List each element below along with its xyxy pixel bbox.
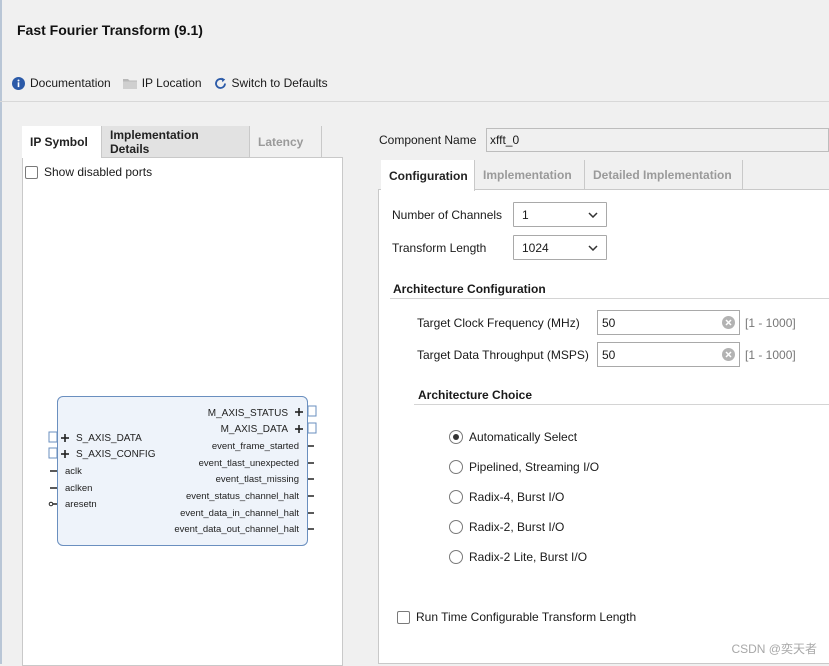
arch-config-separator	[390, 298, 829, 299]
tab-detailed-implementation-label: Detailed Implementation	[593, 168, 732, 182]
radio-button[interactable]	[449, 550, 463, 564]
documentation-label: Documentation	[30, 76, 111, 90]
throughput-range: [1 - 1000]	[745, 348, 796, 362]
tab-configuration[interactable]: Configuration	[381, 160, 475, 191]
watermark: CSDN @奕天者	[731, 642, 817, 656]
show-disabled-ports-checkbox[interactable]: Show disabled ports	[25, 165, 152, 179]
tab-latency-label: Latency	[258, 134, 304, 149]
tab-implementation-details-label: Implementation Details	[110, 127, 199, 156]
transform-length-value: 1024	[522, 240, 549, 255]
clear-icon[interactable]	[722, 316, 735, 329]
checkbox-box[interactable]	[25, 165, 38, 179]
clock-freq-value: 50	[602, 315, 616, 330]
runtime-config-label: Run Time Configurable Transform Length	[416, 610, 637, 624]
toolbar: Documentation IP Location Switch to Defa…	[12, 74, 340, 92]
refresh-icon	[214, 77, 226, 89]
radio-button[interactable]	[449, 520, 463, 534]
checkbox-box[interactable]	[397, 610, 410, 624]
ip-pins-graphic	[48, 405, 317, 530]
throughput-label: Target Data Throughput (MSPS)	[417, 348, 589, 362]
arch-choice-separator	[414, 404, 829, 405]
ip-location-label: IP Location	[141, 76, 202, 90]
switch-defaults-label: Switch to Defaults	[231, 76, 328, 90]
arch-config-title: Architecture Configuration	[393, 282, 546, 296]
tab-ip-symbol-label: IP Symbol	[30, 135, 88, 149]
num-channels-select[interactable]: 1	[513, 202, 607, 227]
tab-implementation-details[interactable]: Implementation Details	[102, 126, 250, 157]
left-tabs: IP Symbol Implementation Details Latency	[22, 126, 343, 158]
tab-configuration-label: Configuration	[389, 168, 468, 183]
toolbar-divider	[0, 101, 829, 102]
window-title: Fast Fourier Transform (9.1)	[17, 22, 203, 38]
throughput-input[interactable]: 50	[597, 342, 740, 367]
radio-label: Radix-2, Burst I/O	[469, 520, 565, 534]
component-name-input[interactable]: xfft_0	[486, 128, 829, 152]
tab-detailed-implementation[interactable]: Detailed Implementation	[585, 160, 743, 190]
clock-freq-input[interactable]: 50	[597, 310, 740, 335]
chevron-down-icon	[588, 211, 598, 218]
radio-button[interactable]	[449, 460, 463, 474]
clear-icon[interactable]	[722, 348, 735, 361]
show-disabled-ports-label: Show disabled ports	[44, 165, 153, 179]
window-edge	[0, 0, 2, 664]
radio-radix2-burst[interactable]: Radix-2, Burst I/O	[449, 520, 564, 534]
documentation-button[interactable]: Documentation	[12, 76, 111, 90]
transform-length-label: Transform Length	[392, 241, 487, 255]
arch-choice-title: Architecture Choice	[418, 388, 533, 402]
radio-button[interactable]	[449, 490, 463, 504]
configuration-panel	[378, 158, 829, 664]
tab-implementation[interactable]: Implementation	[475, 160, 585, 190]
clock-freq-label: Target Clock Frequency (MHz)	[417, 316, 580, 330]
info-icon	[12, 76, 25, 90]
radio-label: Pipelined, Streaming I/O	[469, 460, 600, 474]
tab-ip-symbol[interactable]: IP Symbol	[22, 126, 102, 158]
chevron-down-icon	[588, 244, 598, 251]
runtime-config-checkbox[interactable]: Run Time Configurable Transform Length	[397, 610, 636, 624]
component-name-label: Component Name	[379, 133, 477, 147]
right-tabs: Configuration Implementation Detailed Im…	[378, 158, 829, 191]
radio-automatically-select[interactable]: Automatically Select	[449, 430, 577, 444]
tab-latency[interactable]: Latency	[250, 126, 322, 157]
transform-length-select[interactable]: 1024	[513, 235, 607, 260]
radio-label: Radix-2 Lite, Burst I/O	[469, 550, 588, 564]
radio-label: Automatically Select	[469, 430, 578, 444]
radio-button[interactable]	[449, 430, 463, 444]
folder-icon	[122, 79, 137, 89]
radio-pipelined-streaming[interactable]: Pipelined, Streaming I/O	[449, 460, 599, 474]
num-channels-label: Number of Channels	[392, 208, 503, 222]
radio-radix4-burst[interactable]: Radix-4, Burst I/O	[449, 490, 564, 504]
tab-implementation-label: Implementation	[483, 168, 572, 182]
radio-label: Radix-4, Burst I/O	[469, 490, 565, 504]
radio-radix2-lite-burst[interactable]: Radix-2 Lite, Burst I/O	[449, 550, 587, 564]
clock-freq-range: [1 - 1000]	[745, 316, 796, 330]
num-channels-value: 1	[522, 207, 529, 222]
ip-location-button[interactable]: IP Location	[122, 76, 202, 90]
switch-defaults-button[interactable]: Switch to Defaults	[214, 76, 328, 90]
throughput-value: 50	[602, 347, 616, 362]
